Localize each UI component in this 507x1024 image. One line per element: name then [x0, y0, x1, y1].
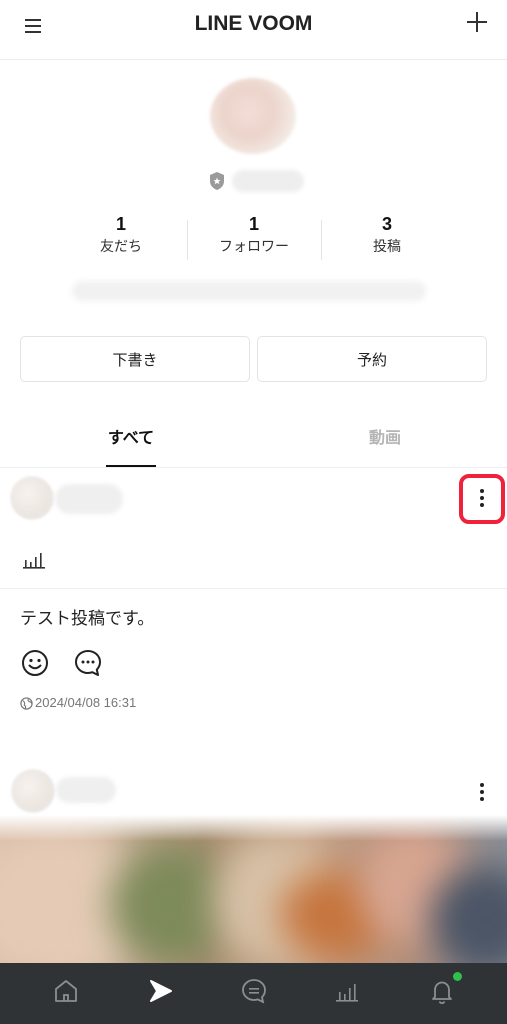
plus-icon[interactable] — [465, 10, 489, 34]
stat-value: 3 — [381, 214, 392, 234]
stat-friends[interactable]: 1 友だち — [51, 212, 191, 258]
post-timestamp: 2024/04/08 16:31 — [35, 695, 137, 710]
post-author-name-redacted — [56, 777, 116, 803]
voom-icon[interactable] — [146, 977, 174, 1005]
post-author-name-redacted — [55, 484, 123, 514]
app-header: LINE VOOM — [0, 0, 507, 60]
bar-chart-icon[interactable] — [22, 551, 46, 569]
shield-icon — [210, 172, 224, 190]
stat-label: 投稿 — [373, 239, 401, 255]
profile-name-redacted — [232, 170, 304, 192]
more-vertical-icon[interactable] — [479, 782, 485, 802]
tab-videos[interactable]: 動画 — [305, 424, 465, 448]
bell-icon[interactable] — [428, 977, 456, 1005]
divider — [0, 467, 507, 468]
smile-icon[interactable] — [21, 649, 49, 677]
profile-avatar[interactable] — [210, 78, 296, 154]
stat-label: 友だち — [100, 239, 142, 255]
post-media-blurred[interactable] — [0, 815, 507, 965]
post-author-avatar[interactable] — [11, 477, 53, 519]
drafts-button[interactable]: 下書き — [20, 336, 250, 382]
stats-icon[interactable] — [333, 977, 361, 1005]
notification-badge — [453, 972, 462, 981]
globe-icon — [20, 697, 33, 710]
post-author-avatar[interactable] — [12, 770, 54, 812]
stat-posts[interactable]: 3 投稿 — [317, 212, 457, 258]
page-title: LINE VOOM — [194, 12, 313, 35]
scheduled-button[interactable]: 予約 — [257, 336, 487, 382]
stat-value: 1 — [115, 214, 126, 234]
more-vertical-icon[interactable] — [479, 488, 485, 508]
chat-icon[interactable] — [240, 977, 268, 1005]
stat-label: フォロワー — [219, 239, 289, 255]
stat-value: 1 — [248, 214, 259, 234]
comment-icon[interactable] — [74, 649, 102, 677]
divider — [0, 588, 507, 589]
home-icon[interactable] — [52, 977, 80, 1005]
profile-stats: 1 友だち 1 フォロワー 3 投稿 — [0, 212, 507, 264]
profile-bio-redacted — [72, 281, 426, 301]
tab-all[interactable]: すべて — [51, 424, 211, 448]
stat-followers[interactable]: 1 フォロワー — [184, 212, 324, 258]
post-text: テスト投稿です。 — [20, 609, 155, 629]
bottom-navigation — [0, 963, 507, 1024]
